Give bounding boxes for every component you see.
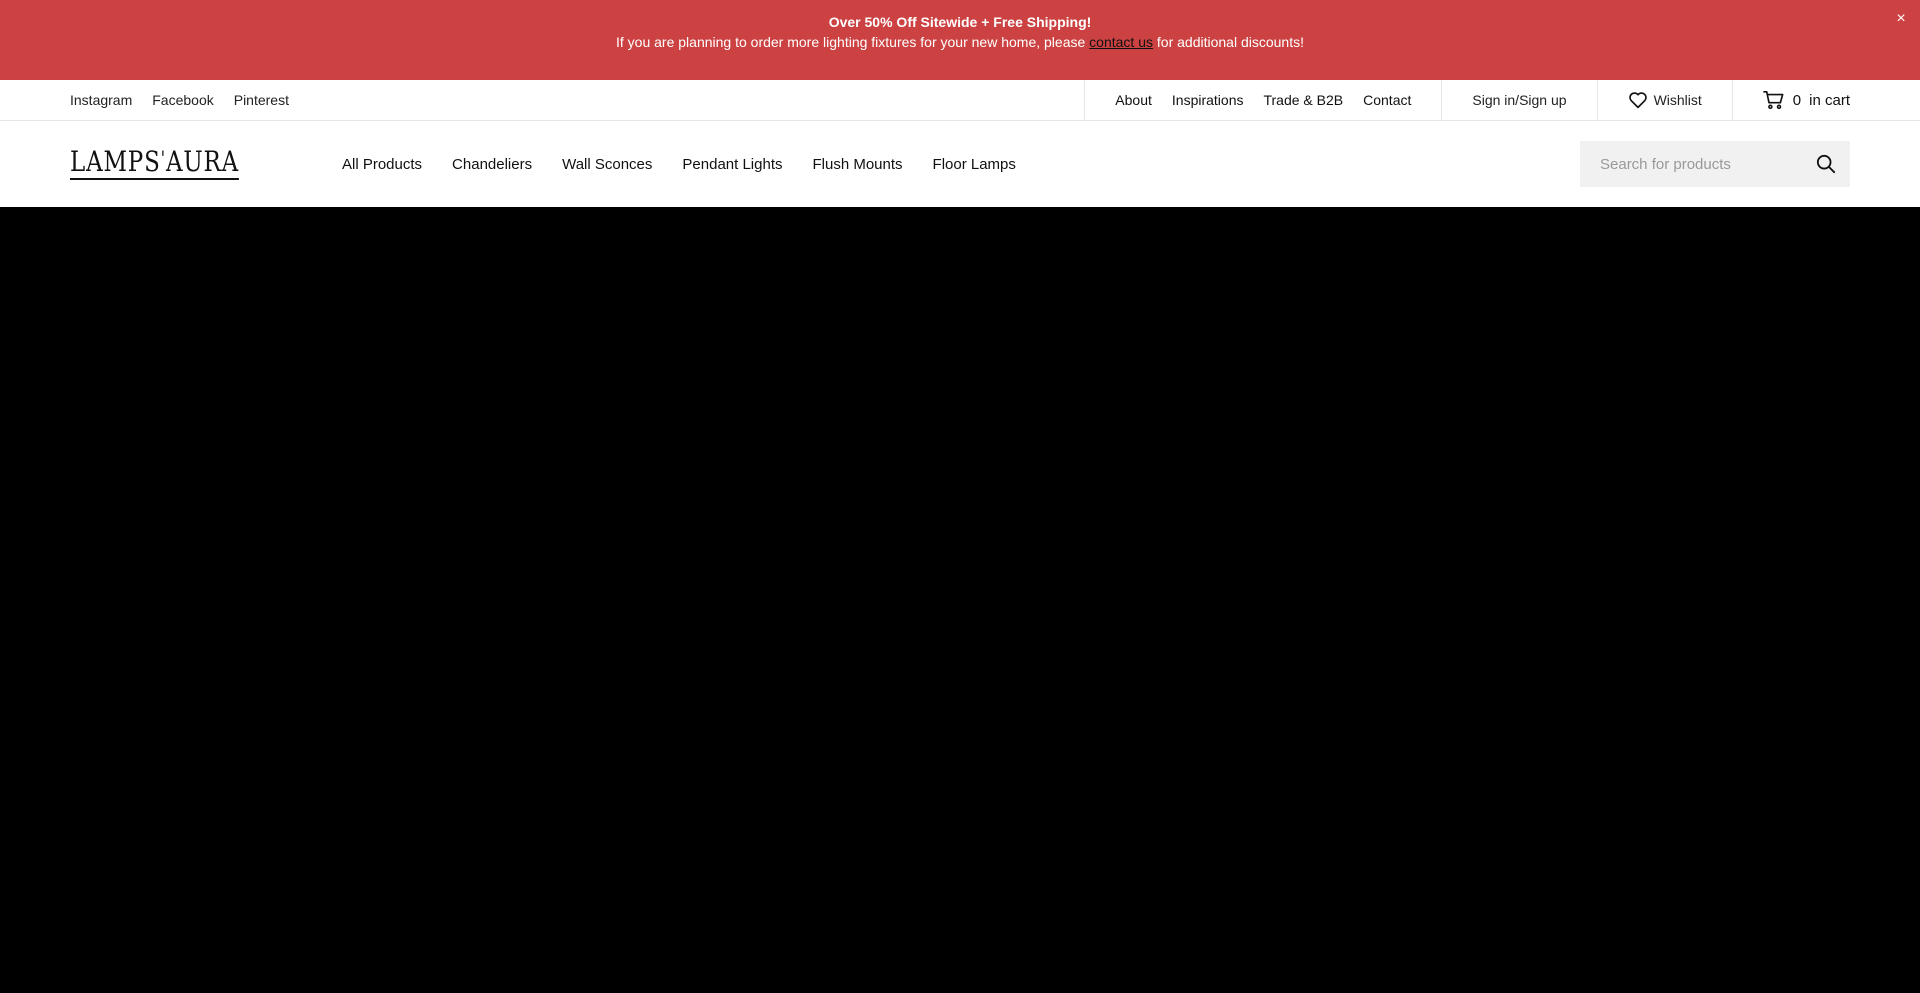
contact-us-link[interactable]: contact us [1089, 34, 1153, 50]
wishlist-label: Wishlist [1653, 92, 1702, 108]
nav-all-products[interactable]: All Products [342, 156, 422, 173]
cart-count: 0 [1792, 91, 1802, 109]
search-icon [1816, 154, 1836, 174]
nav-wall-sconces[interactable]: Wall Sconces [562, 156, 652, 173]
facebook-link[interactable]: Facebook [152, 92, 213, 108]
promo-message-text: If you are planning to order more lighti… [616, 34, 1086, 50]
cart-label: in cart [1809, 91, 1850, 109]
search-box [1580, 141, 1850, 187]
logo-text: LAMPS'AURA [70, 145, 240, 180]
wishlist-button[interactable]: Wishlist [1628, 91, 1702, 109]
account-group: Sign in/Sign up [1441, 80, 1596, 120]
nav-pendant-lights[interactable]: Pendant Lights [682, 156, 782, 173]
nav-chandeliers[interactable]: Chandeliers [452, 156, 532, 173]
logo[interactable]: LAMPS'AURA [70, 148, 342, 180]
contact-link[interactable]: Contact [1363, 92, 1411, 108]
main-header: LAMPS'AURA All Products Chandeliers Wall… [0, 121, 1920, 207]
nav-floor-lamps[interactable]: Floor Lamps [933, 156, 1016, 173]
promo-banner: Over 50% Off Sitewide + Free Shipping! I… [0, 0, 1920, 80]
signin-link[interactable]: Sign in/Sign up [1472, 92, 1566, 108]
social-links: Instagram Facebook Pinterest [0, 80, 1084, 120]
page-links: About Inspirations Trade & B2B Contact [1084, 80, 1441, 120]
utility-bar: Instagram Facebook Pinterest About Inspi… [0, 80, 1920, 121]
cart-button[interactable]: 0 in cart [1762, 90, 1920, 110]
hero-area [0, 207, 1920, 993]
instagram-link[interactable]: Instagram [70, 92, 132, 108]
promo-message: If you are planning to order more lighti… [0, 33, 1920, 51]
trade-b2b-link[interactable]: Trade & B2B [1263, 92, 1343, 108]
close-icon[interactable]: × [1892, 10, 1910, 28]
inspirations-link[interactable]: Inspirations [1172, 92, 1244, 108]
cart-icon [1762, 90, 1785, 110]
promo-message-text-end: for additional discounts! [1156, 34, 1304, 50]
search-input[interactable] [1600, 155, 1812, 173]
nav-flush-mounts[interactable]: Flush Mounts [812, 156, 902, 173]
wishlist-group: Wishlist [1596, 80, 1732, 120]
pinterest-link[interactable]: Pinterest [234, 92, 289, 108]
heart-icon [1628, 91, 1648, 109]
cart-group: 0 in cart [1731, 80, 1920, 120]
main-nav: All Products Chandeliers Wall Sconces Pe… [342, 156, 1580, 173]
about-link[interactable]: About [1115, 92, 1152, 108]
search-button[interactable] [1812, 150, 1840, 178]
promo-title: Over 50% Off Sitewide + Free Shipping! [828, 14, 1092, 30]
